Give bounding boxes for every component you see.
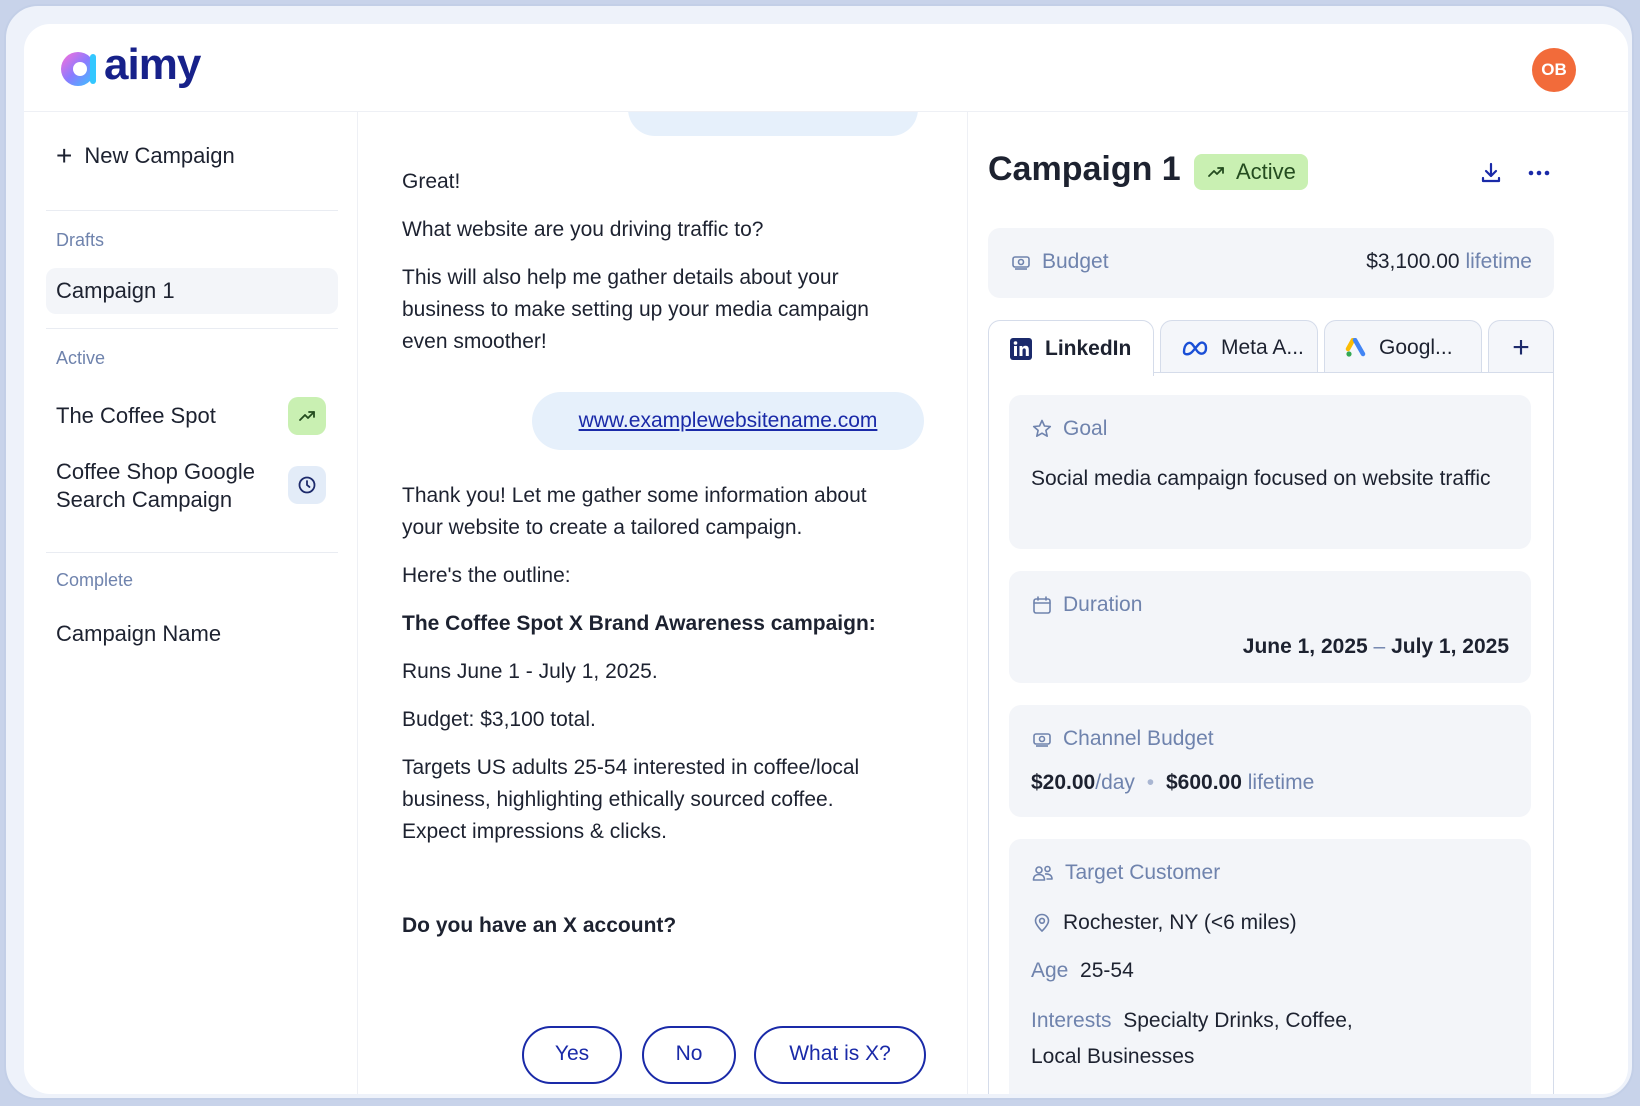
plus-icon: + bbox=[56, 140, 73, 171]
logo[interactable]: aimy bbox=[58, 40, 201, 92]
channel-details: Goal Social media campaign focused on we… bbox=[988, 372, 1554, 1094]
logo-mark-icon bbox=[61, 52, 96, 86]
divider bbox=[46, 552, 338, 553]
channel-tabs: LinkedIn Meta A... Googl... + bbox=[988, 320, 1554, 376]
divider bbox=[46, 328, 338, 329]
channel-budget-card: Channel Budget $20.00/day • $600.00 life… bbox=[1009, 705, 1531, 817]
budget-label: Budget bbox=[1010, 250, 1109, 274]
target-interests-continued: Local Businesses bbox=[1031, 1045, 1195, 1068]
star-icon bbox=[1032, 419, 1052, 437]
assistant-message: Thank you! Let me gather some informatio… bbox=[402, 484, 867, 539]
clock-icon bbox=[288, 466, 326, 504]
assistant-message: This will also help me gather details ab… bbox=[402, 266, 869, 353]
duration-card: Duration June 1, 2025 – July 1, 2025 bbox=[1009, 571, 1531, 683]
reply-what-is-x-button[interactable]: What is X? bbox=[754, 1026, 926, 1084]
tab-linkedin[interactable]: LinkedIn bbox=[988, 320, 1154, 376]
money-icon bbox=[1033, 733, 1051, 747]
target-customer-title: Target Customer bbox=[1031, 861, 1220, 885]
outline-targets: Targets US adults 25-54 interested in co… bbox=[402, 756, 860, 843]
sidebar-item-the-coffee-spot[interactable]: The Coffee Spot bbox=[46, 386, 338, 446]
google-ads-icon bbox=[1345, 337, 1367, 358]
sidebar-item-label: Campaign 1 bbox=[56, 278, 175, 303]
outline-title: The Coffee Spot X Brand Awareness campai… bbox=[402, 612, 876, 635]
header: aimy OB bbox=[24, 24, 1628, 112]
location-pin-icon bbox=[1034, 913, 1050, 933]
sidebar-item-label: The Coffee Spot bbox=[56, 403, 216, 428]
sidebar-item-campaign-name[interactable]: Campaign Name bbox=[46, 606, 338, 662]
chat-panel: Great! What website are you driving traf… bbox=[358, 112, 968, 1094]
campaign-panel: Campaign 1 Active Budget $3,100.00 lifet… bbox=[968, 112, 1628, 1094]
section-complete: Complete bbox=[56, 570, 134, 590]
reply-yes-button[interactable]: Yes bbox=[522, 1026, 622, 1084]
goal-card: Goal Social media campaign focused on we… bbox=[1009, 395, 1531, 549]
user-message-bubble: www.examplewebsitename.com bbox=[532, 392, 924, 450]
new-campaign-button[interactable]: + New Campaign bbox=[56, 142, 235, 170]
trending-up-icon bbox=[288, 397, 326, 435]
section-active: Active bbox=[56, 348, 106, 368]
tab-google-ads[interactable]: Googl... bbox=[1324, 320, 1482, 374]
assistant-message: What website are you driving traffic to? bbox=[402, 218, 764, 241]
download-icon[interactable] bbox=[1478, 160, 1504, 191]
reply-no-button[interactable]: No bbox=[642, 1026, 736, 1084]
calendar-icon bbox=[1033, 596, 1051, 614]
outline-budget: Budget: $3,100 total. bbox=[402, 708, 596, 731]
tab-meta-ads[interactable]: Meta A... bbox=[1160, 320, 1318, 374]
sidebar-item-coffee-shop-google[interactable]: Coffee Shop Google Search Campaign bbox=[46, 458, 338, 528]
assistant-question: Do you have an X account? bbox=[402, 914, 677, 937]
divider bbox=[46, 210, 338, 211]
avatar[interactable]: OB bbox=[1532, 48, 1576, 92]
target-customer-card: Target Customer Rochester, NY (<6 miles)… bbox=[1009, 839, 1531, 1094]
duration-range: June 1, 2025 – July 1, 2025 bbox=[1242, 635, 1509, 658]
budget-row: Budget $3,100.00 lifetime bbox=[988, 228, 1554, 298]
sidebar: + New Campaign Drafts Campaign 1 Active … bbox=[24, 112, 358, 1094]
duration-title: Duration bbox=[1031, 593, 1142, 617]
trending-up-icon bbox=[1208, 167, 1224, 177]
channel-budget-title: Channel Budget bbox=[1031, 727, 1214, 751]
message-bubble bbox=[628, 112, 918, 136]
assistant-message: Here's the outline: bbox=[402, 564, 571, 587]
campaign-title: Campaign 1 bbox=[988, 150, 1181, 188]
plus-icon: + bbox=[1512, 330, 1530, 364]
meta-icon bbox=[1181, 338, 1209, 358]
money-icon bbox=[1012, 256, 1030, 270]
sidebar-item-label: Campaign Name bbox=[56, 621, 222, 646]
assistant-message: Great! bbox=[402, 170, 461, 193]
channel-budget-values: $20.00/day • $600.00 lifetime bbox=[1031, 771, 1315, 794]
status-badge: Active bbox=[1194, 154, 1308, 190]
outline-runs: Runs June 1 - July 1, 2025. bbox=[402, 660, 658, 683]
target-interests: Interests Specialty Drinks, Coffee, bbox=[1031, 1009, 1353, 1032]
goal-text: Social media campaign focused on website… bbox=[1031, 467, 1491, 490]
website-link[interactable]: www.examplewebsitename.com bbox=[579, 409, 878, 433]
add-channel-button[interactable]: + bbox=[1488, 320, 1554, 374]
window-frame: aimy OB + New Campaign Drafts Campaign 1… bbox=[4, 4, 1634, 1100]
more-options-icon[interactable] bbox=[1526, 160, 1552, 191]
target-age: Age 25-54 bbox=[1031, 959, 1134, 982]
status-badge-label: Active bbox=[1236, 159, 1296, 184]
separator-dot: • bbox=[1146, 771, 1155, 794]
people-icon bbox=[1032, 865, 1053, 881]
app: aimy OB + New Campaign Drafts Campaign 1… bbox=[24, 24, 1628, 1094]
sidebar-item-campaign-1[interactable]: Campaign 1 bbox=[46, 268, 338, 314]
new-campaign-label: New Campaign bbox=[84, 143, 235, 168]
target-location: Rochester, NY (<6 miles) bbox=[1031, 907, 1297, 939]
budget-value: $3,100.00 lifetime bbox=[1366, 250, 1532, 273]
brand-name: aimy bbox=[104, 40, 201, 89]
section-drafts: Drafts bbox=[56, 230, 105, 250]
linkedin-icon bbox=[1009, 337, 1033, 361]
goal-title: Goal bbox=[1031, 417, 1107, 441]
